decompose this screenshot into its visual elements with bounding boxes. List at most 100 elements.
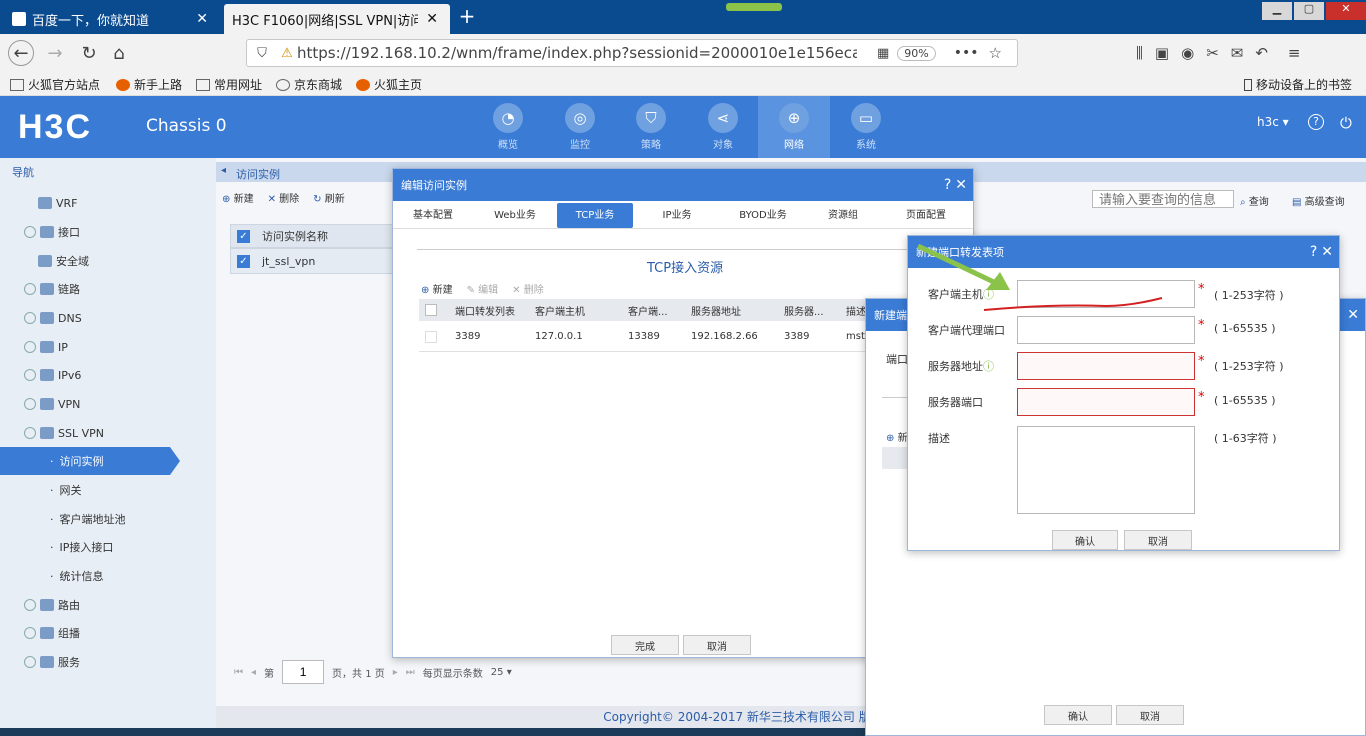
tab-basic[interactable]: 基本配置 [393, 203, 473, 228]
ok-button[interactable]: 确认 [1052, 530, 1118, 550]
nav-monitor[interactable]: ◎ 监控 [544, 96, 616, 158]
advanced-query-button[interactable]: ▤ 高级查询 [1292, 193, 1345, 208]
new-button[interactable]: ⊕ 新建 [421, 281, 453, 296]
sidebar-item-access-instance[interactable]: · 访问实例 [0, 447, 170, 475]
sidebar-item-link[interactable]: 链路 [0, 275, 216, 303]
new-button[interactable]: ⊕ 新建 [222, 190, 254, 205]
sidebar-item-sslvpn[interactable]: SSL VPN [0, 419, 216, 447]
bookmark-item[interactable]: 火狐官方站点 [10, 76, 100, 93]
help-circle-icon[interactable]: ⓘ [983, 360, 994, 373]
back-button[interactable]: ← [8, 40, 34, 66]
home-button[interactable]: ⌂ [106, 40, 132, 66]
bookmark-item[interactable]: 常用网址 [196, 76, 262, 93]
qr-icon[interactable]: ▦ [877, 46, 889, 61]
sidebar-item-ip-access[interactable]: · IP接入接口 [0, 533, 216, 561]
first-page-icon[interactable]: ⏮ [234, 667, 243, 678]
query-button[interactable]: ⌕ 查询 [1240, 193, 1269, 208]
cancel-button[interactable]: 取消 [1124, 530, 1192, 550]
sidebar-item-stats[interactable]: · 统计信息 [0, 562, 216, 590]
url-bar[interactable]: ⛉ ⚠ https://192.168.10.2/wnm/frame/index… [246, 39, 1018, 67]
bookmark-item[interactable]: 火狐主页 [356, 76, 422, 93]
edit-button[interactable]: ✎ 编辑 [467, 281, 499, 296]
user-menu[interactable]: h3c ▾ [1257, 115, 1289, 129]
nav-policy[interactable]: ⛉ 策略 [615, 96, 687, 158]
finish-button[interactable]: 完成 [611, 635, 679, 655]
search-input[interactable] [1092, 190, 1234, 208]
row-checkbox[interactable]: ✓ [237, 254, 250, 268]
tab-page-config[interactable]: 页面配置 [881, 203, 971, 228]
close-icon[interactable]: ✕ [422, 11, 442, 27]
bookmark-item[interactable]: 京东商城 [276, 76, 342, 93]
nav-overview[interactable]: ◔ 概览 [472, 96, 544, 158]
server-address-input[interactable] [1017, 352, 1195, 380]
tab-resource-group[interactable]: 资源组 [805, 203, 881, 228]
menu-icon[interactable]: ≡ [1288, 44, 1301, 62]
sidebar-item-ip[interactable]: IP [0, 333, 216, 361]
delete-button[interactable]: ✕ 删除 [268, 190, 300, 205]
description-textarea[interactable] [1017, 426, 1195, 514]
server-port-input[interactable] [1017, 388, 1195, 416]
next-page-icon[interactable]: ▸ [393, 667, 398, 678]
delete-button[interactable]: ✕ 删除 [512, 281, 544, 296]
last-page-icon[interactable]: ⏭ [406, 667, 415, 678]
refresh-button[interactable]: ↻ 刷新 [313, 190, 345, 205]
screenshot-icon[interactable]: ✂ [1206, 44, 1219, 62]
tab-ip[interactable]: IP业务 [633, 203, 721, 228]
row-checkbox[interactable] [425, 330, 437, 343]
per-page-select[interactable]: 25 ▾ [491, 667, 512, 678]
tab-h3c[interactable]: H3C F1060|网络|SSL VPN|访问实例 ✕ [224, 4, 450, 34]
sidebar-icon[interactable]: ▣ [1155, 44, 1169, 62]
account-icon[interactable]: ◉ [1181, 44, 1194, 62]
sidebar-item-ipv6[interactable]: IPv6 [0, 361, 216, 389]
help-icon[interactable]: ? [944, 177, 951, 193]
forward-button[interactable]: → [42, 40, 68, 66]
close-icon[interactable]: ✕ [192, 11, 212, 27]
bookmark-item[interactable]: 新手上路 [116, 76, 182, 93]
header-checkbox[interactable] [425, 304, 437, 316]
sidebar-item-vpn[interactable]: VPN [0, 390, 216, 418]
tab-byod[interactable]: BYOD业务 [721, 203, 805, 228]
close-icon[interactable]: ✕ [1321, 244, 1333, 260]
sidebar-item-interface[interactable]: 接口 [0, 218, 216, 246]
tab-web[interactable]: Web业务 [473, 203, 557, 228]
mobile-bookmarks[interactable]: 移动设备上的书签 [1244, 76, 1352, 93]
minimize-icon[interactable]: ▁ [1262, 2, 1292, 20]
sidebar-item-service[interactable]: 服务 [0, 648, 216, 676]
select-all-checkbox[interactable]: ✓ [237, 229, 250, 243]
tab-baidu[interactable]: 百度一下，你就知道 ✕ [4, 4, 220, 34]
url-text[interactable]: https://192.168.10.2/wnm/frame/index.php… [297, 44, 857, 62]
library-icon[interactable]: ⫼ [1136, 44, 1143, 62]
star-icon[interactable]: ☆ [989, 44, 1002, 62]
sidebar-item-vrf[interactable]: VRF [0, 189, 216, 217]
close-window-icon[interactable]: ✕ [1326, 2, 1366, 20]
help-icon[interactable]: ? [1308, 114, 1324, 130]
close-icon[interactable]: ✕ [955, 177, 967, 193]
maximize-icon[interactable]: ▢ [1294, 2, 1324, 20]
table-row[interactable]: ✓ jt_ssl_vpn [230, 248, 410, 274]
sidebar-item-route[interactable]: 路由 [0, 591, 216, 619]
sidebar-item-client-pool[interactable]: · 客户端地址池 [0, 505, 216, 533]
instance-name[interactable]: jt_ssl_vpn [262, 255, 315, 268]
sidebar-item-zone[interactable]: 安全域 [0, 247, 216, 275]
help-icon[interactable]: ? [1310, 244, 1317, 260]
more-icon[interactable]: ••• [954, 45, 979, 61]
page-input[interactable] [282, 660, 325, 684]
prev-page-icon[interactable]: ◂ [251, 667, 256, 678]
chat-icon[interactable]: ✉ [1231, 44, 1244, 62]
sidebar-item-dns[interactable]: DNS [0, 304, 216, 332]
close-icon[interactable]: ✕ [1347, 307, 1359, 323]
new-tab-button[interactable]: + [456, 4, 478, 30]
nav-object[interactable]: ⋖ 对象 [687, 96, 759, 158]
ok-button[interactable]: 确认 [1044, 705, 1112, 725]
power-icon[interactable]: ⏻ [1340, 114, 1352, 132]
nav-network[interactable]: ⊕ 网络 [758, 96, 830, 158]
nav-system[interactable]: ▭ 系统 [830, 96, 902, 158]
zoom-level[interactable]: 90% [897, 45, 936, 61]
sidebar-item-multicast[interactable]: 组播 [0, 619, 216, 647]
reload-button[interactable]: ↻ [76, 40, 102, 66]
sidebar-item-gateway[interactable]: · 网关 [0, 476, 216, 504]
undo-icon[interactable]: ↶ [1255, 44, 1268, 62]
new-button[interactable]: ⊕ 新 [886, 429, 908, 444]
cancel-button[interactable]: 取消 [1116, 705, 1184, 725]
cancel-button[interactable]: 取消 [683, 635, 751, 655]
